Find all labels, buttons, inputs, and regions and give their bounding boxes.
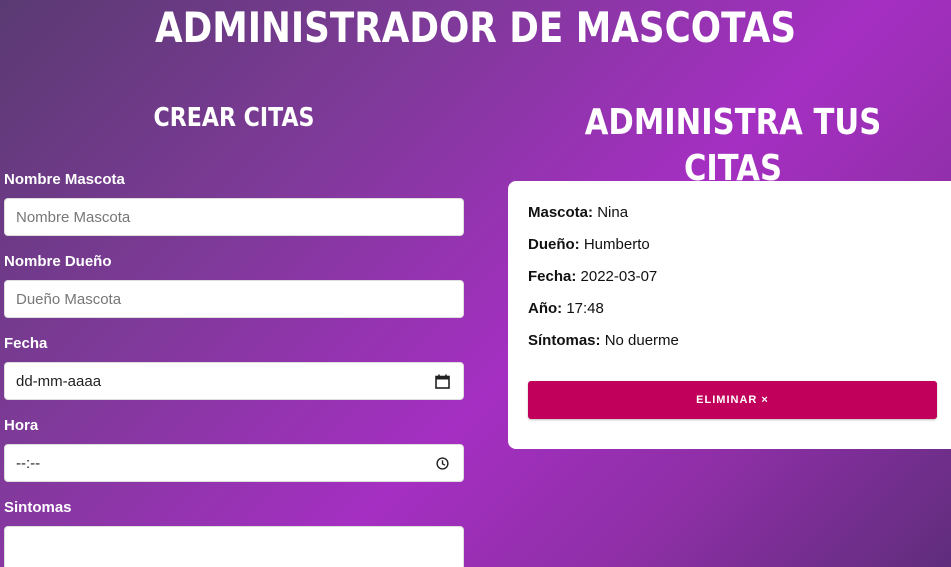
time-label: Hora: [4, 417, 39, 434]
pet-name-placeholder: Nombre Mascota: [16, 208, 131, 226]
owner-name-placeholder: Dueño Mascota: [16, 290, 122, 308]
owner-name-group: Nombre Dueño Dueño Mascota: [4, 252, 464, 334]
calendar-icon[interactable]: [433, 372, 451, 390]
owner-name-label: Nombre Dueño: [4, 253, 112, 270]
symptoms-val: No duerme: [604, 332, 679, 349]
date-label: Fecha: [4, 335, 48, 352]
date-group: Fecha dd-mm-aaaa: [4, 334, 464, 416]
delete-button[interactable]: ELIMINAR ×: [528, 381, 937, 419]
create-appointments-title: CREAR CITAS: [153, 103, 315, 133]
appointment-symptoms-row: Síntomas: No duerme: [528, 331, 679, 351]
appointment-card: Mascota: Nina Dueño: Humberto Fecha: 202…: [508, 181, 951, 449]
owner-value: Humberto: [583, 236, 650, 253]
time-input[interactable]: --:--: [4, 444, 464, 482]
time-value: --:--: [16, 454, 41, 472]
symptoms-key: Síntomas:: [528, 332, 601, 349]
appointment-pet-row: Mascota: Nina: [528, 203, 628, 223]
date-key: Fecha:: [528, 268, 577, 285]
pet-key: Mascota:: [528, 204, 594, 221]
date-val: 2022-03-07: [580, 268, 658, 285]
pet-name-label: Nombre Mascota: [4, 171, 125, 188]
clock-icon[interactable]: [433, 454, 451, 472]
pet-name-group: Nombre Mascota Nombre Mascota: [4, 170, 464, 252]
date-value: dd-mm-aaaa: [16, 372, 102, 390]
symptoms-label: Sintomas: [4, 499, 72, 516]
pet-value: Nina: [597, 204, 629, 221]
appointment-date-row: Fecha: 2022-03-07: [528, 267, 657, 287]
time-key: Año:: [528, 300, 563, 317]
appointment-form: Nombre Mascota Nombre Mascota Nombre Due…: [4, 170, 464, 567]
appointment-time-row: Año: 17:48: [528, 299, 604, 319]
manage-appointments-title: ADMINISTRA TUS CITAS: [584, 102, 882, 189]
page-title: ADMINISTRADOR DE MASCOTAS: [154, 3, 797, 52]
owner-key: Dueño:: [528, 236, 580, 253]
time-group: Hora --:--: [4, 416, 464, 498]
pet-name-input[interactable]: Nombre Mascota: [4, 198, 464, 236]
symptoms-group: Sintomas: [4, 498, 464, 567]
date-input[interactable]: dd-mm-aaaa: [4, 362, 464, 400]
owner-name-input[interactable]: Dueño Mascota: [4, 280, 464, 318]
time-val: 17:48: [566, 300, 604, 317]
symptoms-textarea[interactable]: [4, 526, 464, 567]
appointment-owner-row: Dueño: Humberto: [528, 235, 650, 255]
